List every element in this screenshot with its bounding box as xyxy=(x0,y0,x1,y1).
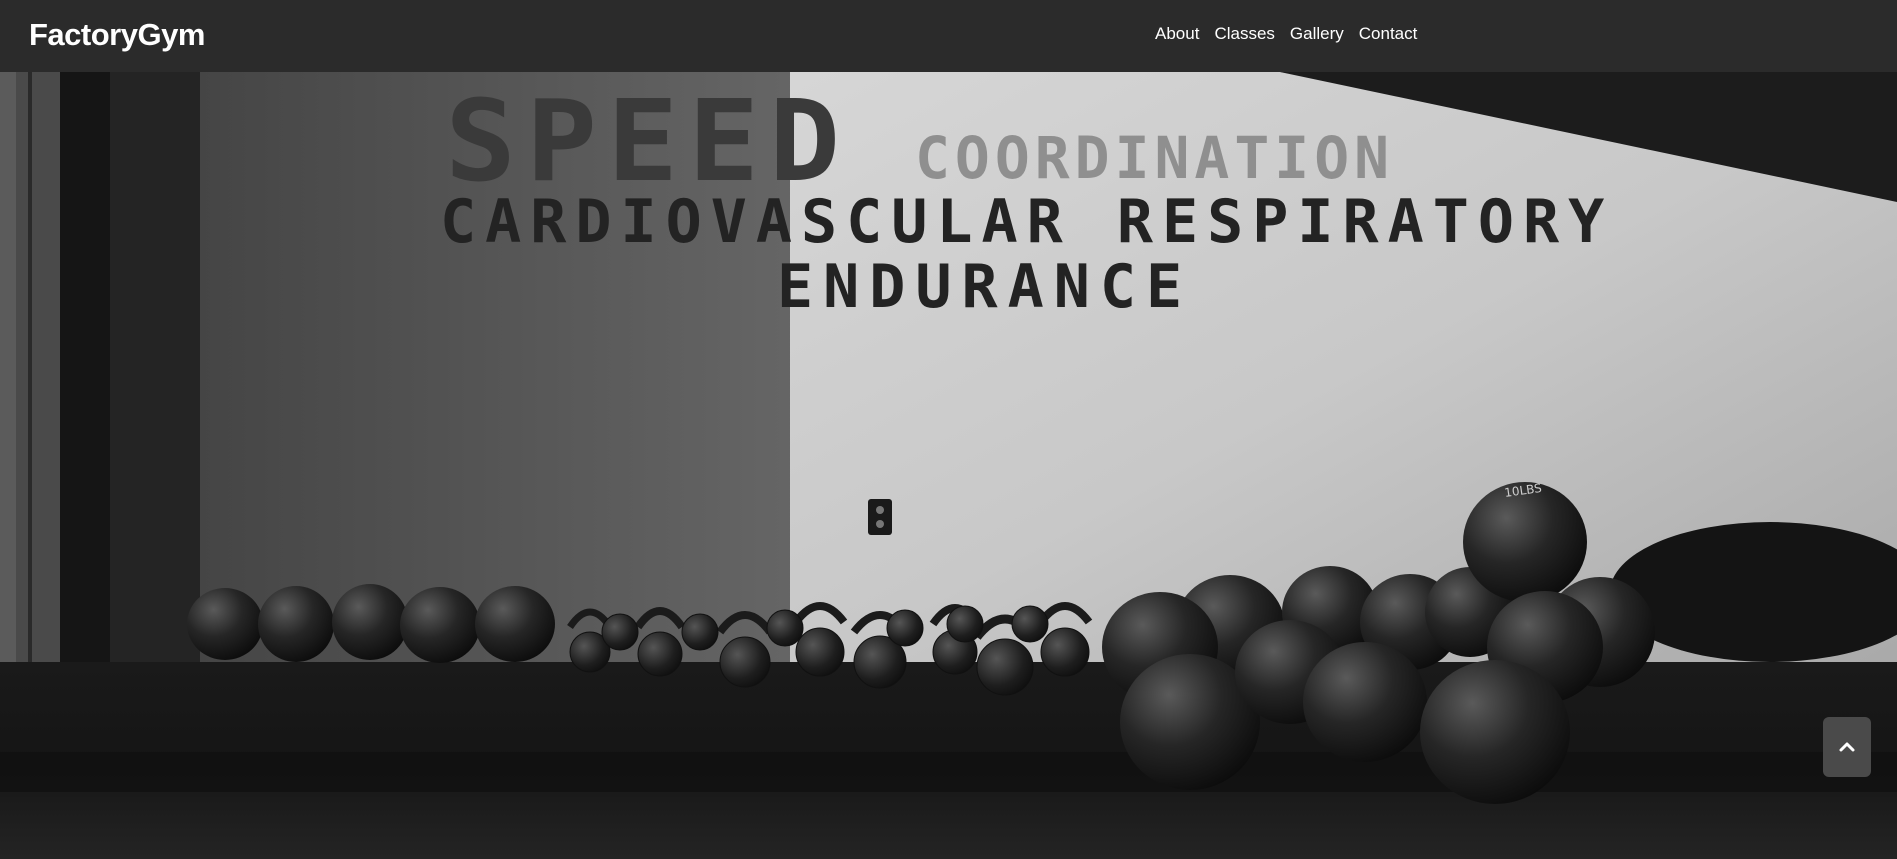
hero-image: 10LBS SPEED COORDINATION CARDIOVASCULAR … xyxy=(0,72,1897,859)
brand-logo[interactable]: FactoryGym xyxy=(29,17,205,53)
wall-text-coordination: COORDINATION xyxy=(915,124,1395,192)
nav-link-classes[interactable]: Classes xyxy=(1214,24,1274,44)
page: FactoryGym About Classes Gallery Contact xyxy=(0,0,1897,859)
nav-link-contact[interactable]: Contact xyxy=(1359,24,1418,44)
nav-menu: About Classes Gallery Contact xyxy=(1155,24,1417,44)
wall-text-endurance: ENDURANCE xyxy=(777,252,1193,322)
nav-link-about[interactable]: About xyxy=(1155,24,1199,44)
navbar: FactoryGym About Classes Gallery Contact xyxy=(0,0,1897,72)
nav-link-gallery[interactable]: Gallery xyxy=(1290,24,1344,44)
scroll-to-top-button[interactable] xyxy=(1823,717,1871,777)
wall-text-cardio: CARDIOVASCULAR RESPIRATORY xyxy=(440,187,1614,257)
chevron-up-icon xyxy=(1839,742,1855,752)
slam-balls-row xyxy=(187,584,555,663)
